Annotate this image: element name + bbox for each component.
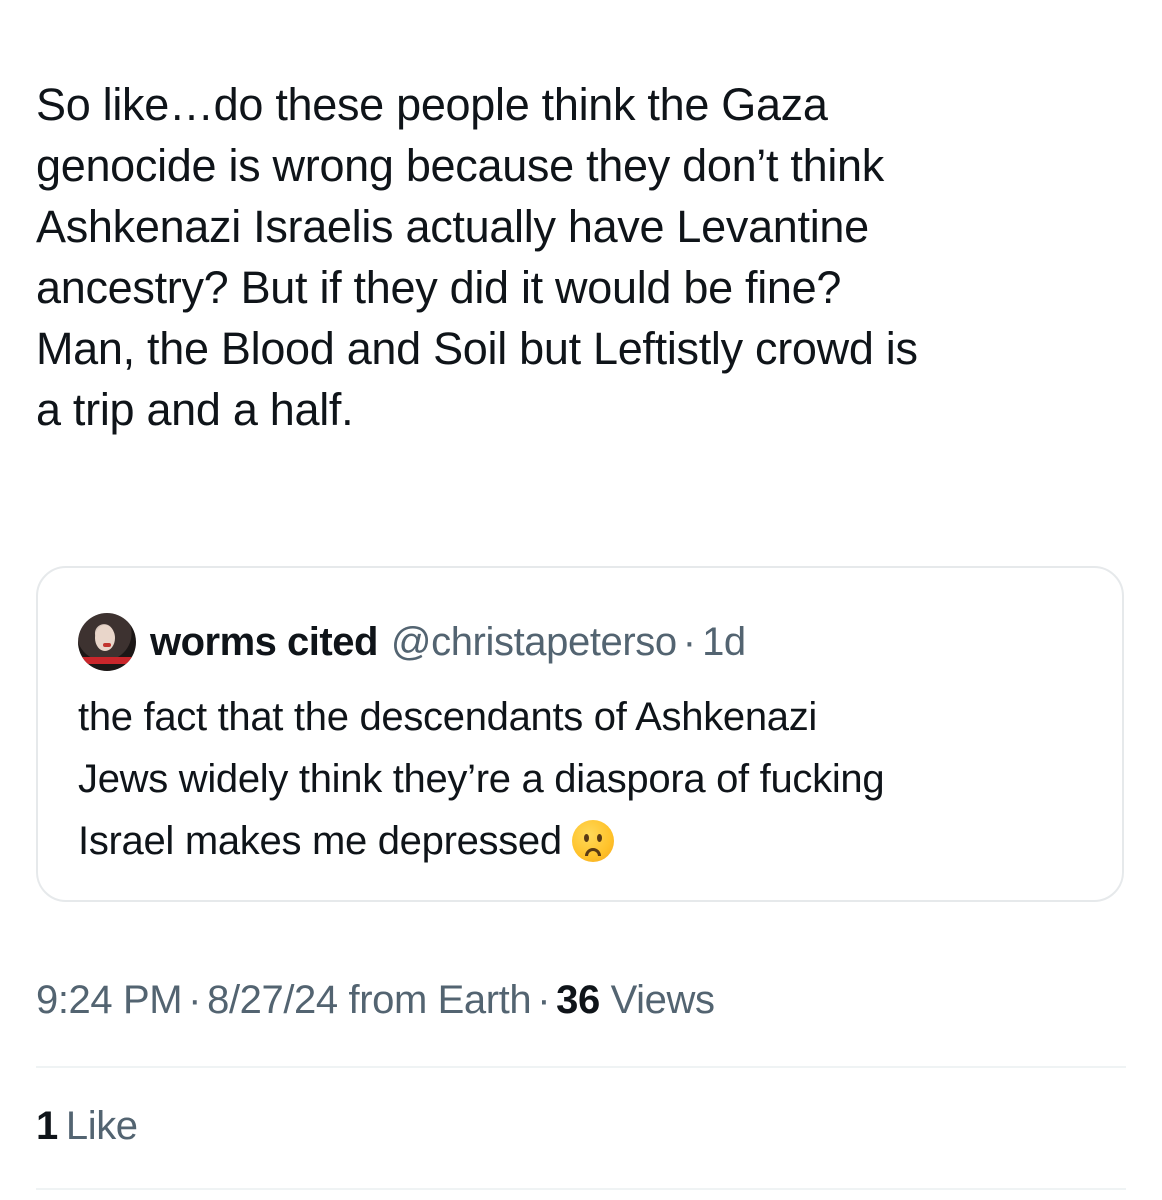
likes-row[interactable]: 1 Like xyxy=(36,1104,138,1149)
divider xyxy=(36,1066,1126,1068)
quoted-handle[interactable]: @christapeterso xyxy=(391,620,677,665)
tweet-meta: 9:24 PM · 8/27/24 from Earth · 36 Views xyxy=(36,978,715,1023)
likes-label[interactable]: Like xyxy=(66,1104,138,1148)
tweet-date[interactable]: 8/27/24 xyxy=(207,978,338,1022)
divider xyxy=(36,1188,1126,1190)
quoted-display-name[interactable]: worms cited xyxy=(150,620,378,665)
likes-count[interactable]: 1 xyxy=(36,1104,58,1148)
frowning-face-emoji-icon xyxy=(571,820,614,862)
separator-dot: · xyxy=(537,978,551,1022)
avatar[interactable] xyxy=(78,613,136,671)
views-label: Views xyxy=(610,978,715,1022)
views-count: 36 xyxy=(556,978,600,1022)
separator-dot: · xyxy=(188,978,202,1022)
quoted-time-ago[interactable]: 1d xyxy=(702,620,746,665)
quoted-tweet-text: the fact that the descendants of Ashkena… xyxy=(78,686,1088,872)
quoted-tweet-body: the fact that the descendants of Ashkena… xyxy=(78,695,885,863)
tweet-time[interactable]: 9:24 PM xyxy=(36,978,183,1022)
tweet-text: So like…do these people think the Gaza g… xyxy=(36,79,918,435)
quoted-tweet-card[interactable]: worms cited @christapeterso · 1d the fac… xyxy=(36,566,1124,902)
quoted-tweet-header: worms cited @christapeterso · 1d xyxy=(78,612,746,672)
separator-dot: · xyxy=(682,619,697,664)
tweet-source: from Earth xyxy=(348,978,532,1022)
